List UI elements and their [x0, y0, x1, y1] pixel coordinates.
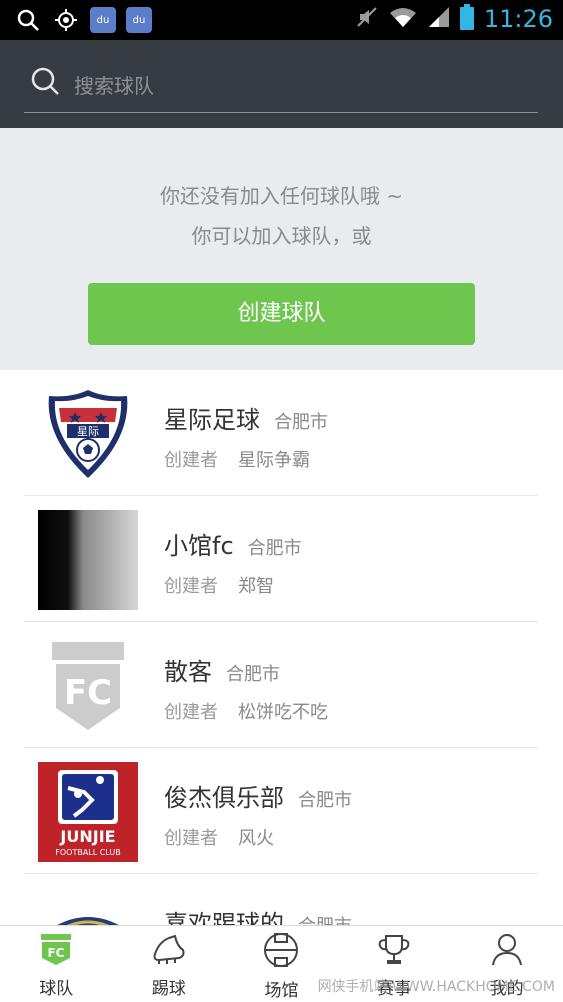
bottom-nav: FC 球队 踢球 场馆 赛事 我的 网侠手机站 WWW.HACKHOME.COM: [0, 925, 563, 1002]
profile-icon: [489, 932, 525, 970]
baidu-icon: du: [90, 7, 116, 33]
team-logo-fc-default: FC: [38, 636, 138, 736]
team-city: 合肥市: [247, 538, 302, 559]
search-underline: [24, 112, 538, 113]
team-creator: 创建者 郑智: [164, 576, 274, 597]
nav-item-team[interactable]: FC 球队: [0, 926, 113, 1002]
team-city: 合肥市: [226, 664, 280, 685]
creator-name: 郑智: [238, 576, 274, 597]
signal-icon: [428, 6, 450, 32]
svg-text:FC: FC: [48, 946, 65, 960]
team-name: 星际足球 合肥市: [164, 406, 328, 434]
junjie-logo-subtext: FOOTBALL CLUB: [55, 848, 121, 857]
creator-name: 星际争霸: [238, 450, 310, 471]
team-creator: 创建者 松饼吃不吃: [164, 702, 328, 723]
team-city: 合肥市: [274, 412, 328, 433]
watermark: 网侠手机站 WWW.HACKHOME.COM: [317, 979, 555, 995]
empty-message: 你还没有加入任何球队哦 ~: [159, 184, 404, 208]
team-name: 俊杰俱乐部 合肥市: [164, 784, 352, 812]
team-name: 散客 合肥市: [164, 658, 280, 686]
team-row[interactable]: FC 散客 合肥市 创建者 松饼吃不吃: [0, 622, 563, 748]
team-row[interactable]: 星际 星际足球 合肥市 创建者 星际争霸: [0, 370, 563, 496]
empty-state: 你还没有加入任何球队哦 ~ 你可以加入球队，或 创建球队: [0, 128, 563, 370]
wifi-icon: [388, 6, 418, 32]
trophy-icon: [376, 932, 412, 970]
nav-label: 场馆: [264, 981, 299, 1001]
clock: 11:26: [483, 5, 553, 33]
nav-item-play[interactable]: 踢球: [113, 926, 226, 1002]
team-creator: 创建者 星际争霸: [164, 450, 310, 471]
creator-name: 松饼吃不吃: [238, 702, 328, 723]
nav-label: 踢球: [151, 979, 186, 999]
team-logo-xingji: 星际: [38, 384, 138, 484]
football-boot-icon: [151, 932, 187, 970]
mute-icon: [356, 6, 378, 32]
create-team-button[interactable]: 创建球队: [88, 283, 475, 345]
team-logo-junjie: JUNJIE FOOTBALL CLUB: [38, 762, 138, 862]
status-bar: du du 11:26: [0, 0, 563, 40]
team-row[interactable]: 小馆fc 合肥市 创建者 郑智: [0, 496, 563, 622]
junjie-logo-text: JUNJIE: [59, 827, 115, 846]
creator-name: 风火: [238, 828, 274, 849]
nav-label: 球队: [39, 979, 74, 999]
search-status-icon: [14, 6, 42, 34]
team-logo-xiaoguan: [38, 510, 138, 610]
battery-icon: [459, 4, 474, 34]
team-city: 合肥市: [298, 790, 352, 811]
team-fc-icon: FC: [39, 932, 73, 970]
team-name: 小馆fc 合肥市: [164, 532, 302, 560]
gps-icon: [52, 6, 80, 34]
xingji-logo-text: 星际: [77, 425, 99, 438]
empty-hint: 你可以加入球队，或: [191, 224, 372, 248]
team-list: 星际 星际足球 合肥市 创建者 星际争霸 小馆fc 合肥市 创建者 郑智 FC 散客 合肥…: [0, 370, 563, 1000]
baidu-icon: du: [126, 7, 152, 33]
team-row[interactable]: JUNJIE FOOTBALL CLUB 俊杰俱乐部 合肥市 创建者 风火: [0, 748, 563, 874]
field-icon: [263, 932, 299, 972]
team-creator: 创建者 风火: [164, 828, 274, 849]
fc-logo-text: FC: [64, 673, 112, 713]
search-icon[interactable]: [30, 66, 60, 100]
search-header: 搜索球队: [0, 40, 563, 128]
search-input[interactable]: 搜索球队: [74, 70, 154, 99]
